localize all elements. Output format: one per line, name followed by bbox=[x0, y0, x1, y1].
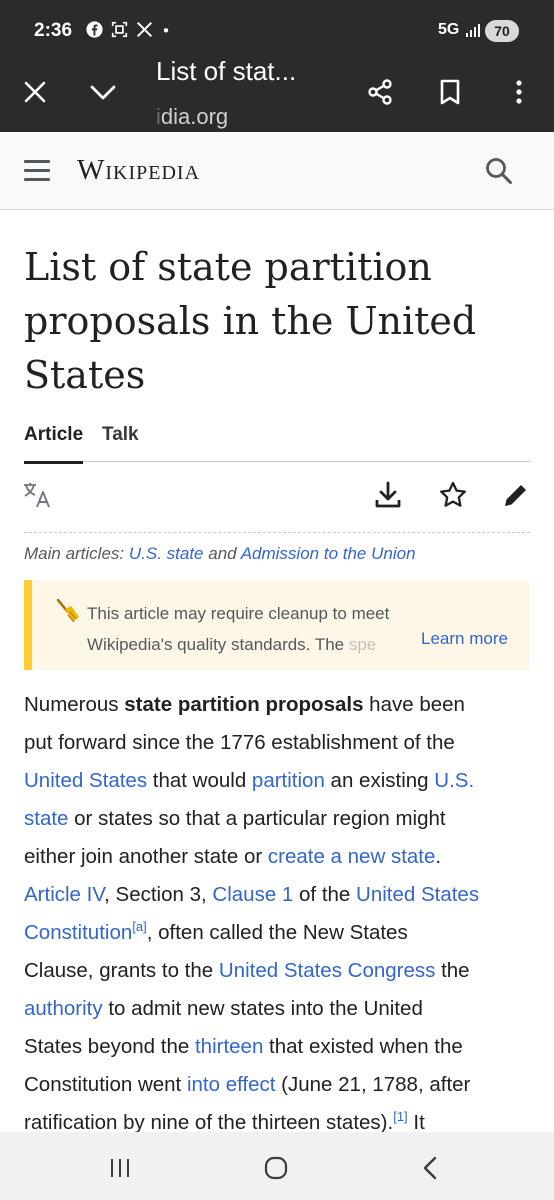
wikipedia-logo[interactable]: Wikipedia bbox=[77, 154, 200, 187]
tab-talk[interactable]: Talk bbox=[102, 424, 139, 446]
link-us-state-inline[interactable]: U.S. bbox=[434, 769, 474, 792]
hatnote: Main articles: U.S. state and Admission … bbox=[24, 532, 530, 576]
battery-indicator: 70 bbox=[485, 20, 519, 42]
page-url: idia.org bbox=[156, 104, 228, 130]
learn-more-link[interactable]: Learn more bbox=[421, 629, 508, 649]
link-into-effect[interactable]: into effect bbox=[187, 1073, 276, 1096]
footnote-1[interactable]: [1] bbox=[393, 1109, 407, 1124]
link-state[interactable]: state bbox=[24, 807, 68, 830]
language-button[interactable] bbox=[20, 478, 54, 512]
text: States beyond the bbox=[24, 1035, 195, 1058]
download-button[interactable] bbox=[371, 478, 405, 512]
menu-icon[interactable] bbox=[24, 160, 50, 182]
footnote-a[interactable]: [a] bbox=[132, 919, 146, 934]
screenshot-icon bbox=[111, 21, 128, 38]
cleanup-line2-cut: spe bbox=[348, 635, 377, 654]
cleanup-text: This article may require cleanup to meet… bbox=[87, 598, 417, 660]
home-button[interactable] bbox=[256, 1148, 296, 1188]
status-time: 2:36 bbox=[34, 20, 73, 41]
hatnote-and: and bbox=[203, 544, 241, 563]
share-icon bbox=[368, 79, 392, 105]
text: to admit new states into the United bbox=[102, 997, 423, 1020]
text: of the bbox=[293, 883, 357, 906]
share-button[interactable] bbox=[362, 74, 398, 110]
edit-button[interactable] bbox=[499, 478, 533, 512]
system-nav-bar bbox=[0, 1132, 554, 1200]
signal-icon bbox=[466, 23, 480, 37]
text: either join another state or bbox=[24, 845, 268, 868]
text: Constitution went bbox=[24, 1073, 187, 1096]
text: , Section 3, bbox=[104, 883, 213, 906]
language-icon bbox=[24, 483, 50, 508]
text: put forward since the 1776 establishment… bbox=[24, 731, 455, 754]
link-us-congress[interactable]: United States Congress bbox=[219, 959, 436, 982]
cleanup-line1: This article may require cleanup to meet bbox=[87, 604, 390, 623]
notification-icons bbox=[86, 21, 171, 38]
search-button[interactable] bbox=[484, 156, 514, 186]
text: It bbox=[407, 1111, 425, 1134]
text: ratification by nine of the thirteen sta… bbox=[24, 1111, 394, 1134]
pencil-icon bbox=[505, 485, 526, 506]
text: or states so that a particular region mi… bbox=[68, 807, 446, 830]
page-tabs: Article Talk bbox=[24, 424, 530, 464]
more-vert-icon bbox=[516, 80, 522, 104]
article-paragraph: Numerous state partition proposals have … bbox=[24, 686, 532, 1142]
url-text: dia.org bbox=[160, 104, 229, 129]
recents-icon bbox=[111, 1159, 129, 1177]
dot-icon bbox=[163, 28, 169, 33]
cleanup-line2: Wikipedia's quality standards. The bbox=[87, 635, 349, 654]
link-authority[interactable]: authority bbox=[24, 997, 103, 1020]
text: . bbox=[435, 845, 442, 868]
wiki-header: Wikipedia bbox=[0, 132, 554, 210]
back-button[interactable] bbox=[410, 1148, 450, 1188]
network-type: 5G bbox=[438, 21, 460, 38]
back-icon bbox=[423, 1156, 437, 1180]
text: an existing bbox=[324, 769, 435, 792]
text: Numerous bbox=[24, 693, 125, 716]
bold-term: state partition proposals bbox=[124, 693, 364, 716]
cleanup-notice[interactable]: This article may require cleanup to meet… bbox=[24, 580, 530, 670]
text: , often called the New States bbox=[146, 921, 408, 944]
download-icon bbox=[375, 481, 401, 508]
page-title-short: List of stat... bbox=[156, 56, 297, 86]
minimize-button[interactable] bbox=[85, 74, 121, 110]
search-icon bbox=[486, 158, 512, 184]
link-constitution[interactable]: Constitution bbox=[24, 921, 132, 944]
recent-apps-button[interactable] bbox=[100, 1148, 140, 1188]
page-title: List of state partition proposals in the… bbox=[24, 245, 477, 397]
link-clause-1[interactable]: Clause 1 bbox=[212, 883, 293, 906]
link-us-state[interactable]: U.S. state bbox=[129, 544, 204, 563]
text: Clause, grants to the bbox=[24, 959, 219, 982]
link-united-states[interactable]: United States bbox=[24, 769, 147, 792]
broom-icon bbox=[54, 597, 82, 625]
link-thirteen[interactable]: thirteen bbox=[195, 1035, 263, 1058]
text: (June 21, 1788, after bbox=[275, 1073, 471, 1096]
link-partition[interactable]: partition bbox=[252, 769, 325, 792]
tab-article[interactable]: Article bbox=[24, 424, 84, 464]
bookmark-icon bbox=[440, 79, 460, 105]
status-bar: 2:36 5G 70 bbox=[0, 0, 554, 52]
star-icon bbox=[440, 481, 466, 507]
text: have been bbox=[363, 693, 465, 716]
x-icon bbox=[136, 21, 153, 38]
facebook-icon bbox=[86, 21, 103, 38]
text: that existed when the bbox=[263, 1035, 463, 1058]
text: the bbox=[435, 959, 470, 982]
text: that would bbox=[147, 769, 252, 792]
close-tab-button[interactable] bbox=[17, 74, 53, 110]
chevron-down-icon bbox=[90, 85, 116, 100]
bookmark-button[interactable] bbox=[432, 74, 468, 110]
watch-button[interactable] bbox=[436, 478, 470, 512]
more-options-button[interactable] bbox=[501, 74, 537, 110]
browser-toolbar: List of stat... idia.org bbox=[0, 52, 554, 132]
link-admission-to-union[interactable]: Admission to the Union bbox=[241, 544, 416, 563]
close-icon bbox=[24, 81, 46, 103]
page-actions bbox=[0, 478, 554, 518]
link-us-constitution[interactable]: United States bbox=[356, 883, 479, 906]
home-icon bbox=[264, 1156, 288, 1180]
hatnote-prefix: Main articles: bbox=[24, 544, 129, 563]
link-create-new-state[interactable]: create a new state bbox=[268, 845, 436, 868]
link-article-iv[interactable]: Article IV bbox=[24, 883, 104, 906]
